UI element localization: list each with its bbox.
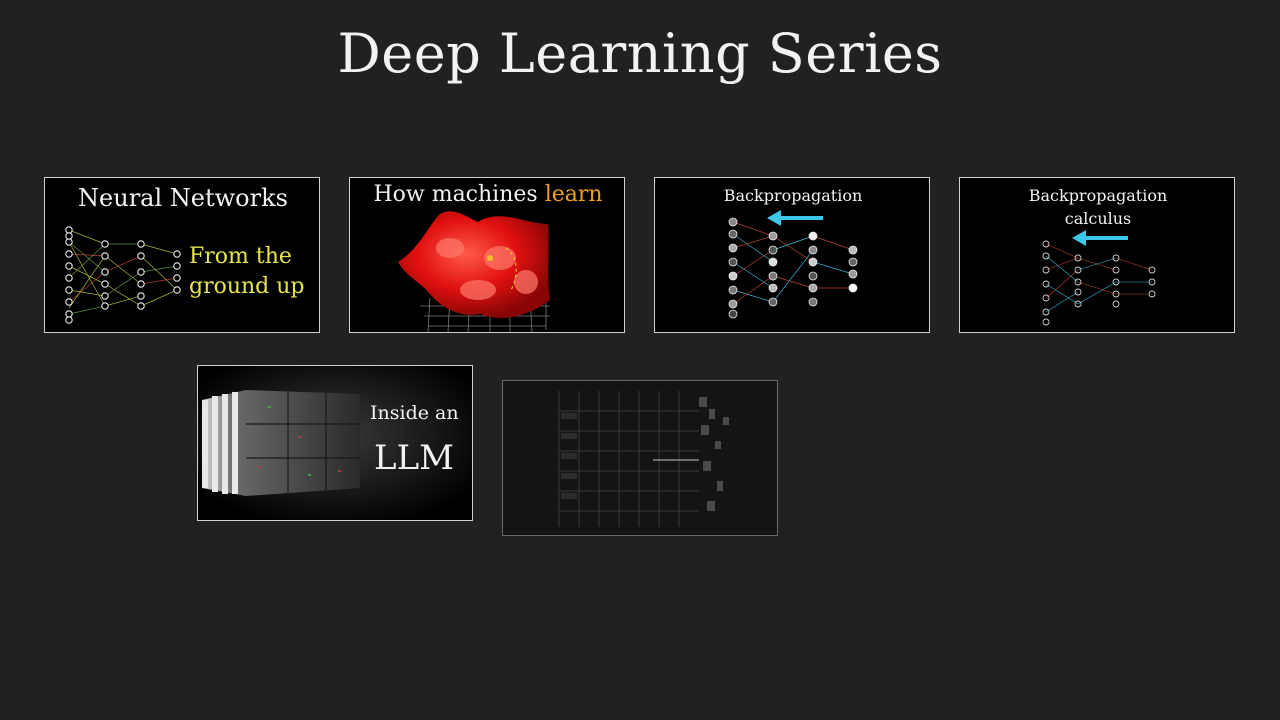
card-title: How machines learn xyxy=(350,182,624,207)
card-title: Neural Networks xyxy=(78,184,288,212)
video-thumbnail-inside-an-llm[interactable]: Inside an LLM xyxy=(197,365,473,521)
card-title-line1: Backpropagation xyxy=(1028,186,1168,205)
card-subtitle-line1: From the xyxy=(189,244,292,269)
video-thumbnail-backpropagation[interactable]: Backpropagation xyxy=(654,177,930,333)
card-title: Backpropagation xyxy=(723,186,863,205)
card-title-highlight: learn xyxy=(544,182,603,207)
card-title-prefix: How machines xyxy=(373,182,545,207)
page-title: Deep Learning Series xyxy=(337,22,943,85)
video-thumbnail-neural-networks[interactable]: Neural Networks From the ground up xyxy=(44,177,320,333)
card-subtitle-line2: ground up xyxy=(189,274,305,299)
video-thumbnail-upcoming[interactable] xyxy=(502,380,778,536)
card-title-line1: Inside an xyxy=(370,402,459,424)
video-thumbnail-backpropagation-calculus[interactable]: Backpropagation calculus xyxy=(959,177,1235,333)
attention-matrix-image xyxy=(503,381,777,535)
video-thumbnail-how-machines-learn[interactable]: How machines learn xyxy=(349,177,625,333)
card-title-line2: LLM xyxy=(374,438,454,478)
card-title-line2: calculus xyxy=(1064,209,1132,228)
